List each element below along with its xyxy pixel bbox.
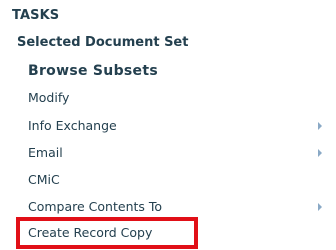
menu-item-label: Email — [28, 145, 63, 160]
tasks-heading-label: TASKS — [12, 8, 60, 23]
selected-document-set-heading: Selected Document Set — [17, 31, 336, 55]
menu-item-cmic[interactable]: CMiC — [28, 168, 336, 192]
menu-item-compare-contents-to[interactable]: Compare Contents To — [28, 195, 336, 219]
menu-item-label: Compare Contents To — [28, 199, 163, 214]
menu-item-label: Info Exchange — [28, 118, 117, 133]
menu-item-browse-subsets[interactable]: Browse Subsets — [28, 59, 336, 83]
highlight-box — [16, 217, 198, 249]
submenu-arrow-icon — [318, 122, 322, 130]
submenu-arrow-icon — [318, 203, 322, 211]
menu-item-label: CMiC — [28, 172, 60, 187]
menu-item-label: Modify — [28, 90, 70, 105]
menu-item-label: Browse Subsets — [28, 63, 158, 79]
tasks-heading: TASKS — [12, 4, 336, 28]
menu-item-email[interactable]: Email — [28, 141, 336, 165]
tasks-panel: TASKS Selected Document Set Browse Subse… — [0, 0, 336, 250]
selected-document-set-label: Selected Document Set — [17, 35, 189, 50]
menu-item-modify[interactable]: Modify — [28, 86, 336, 110]
menu-item-info-exchange[interactable]: Info Exchange — [28, 114, 336, 138]
submenu-arrow-icon — [318, 149, 322, 157]
